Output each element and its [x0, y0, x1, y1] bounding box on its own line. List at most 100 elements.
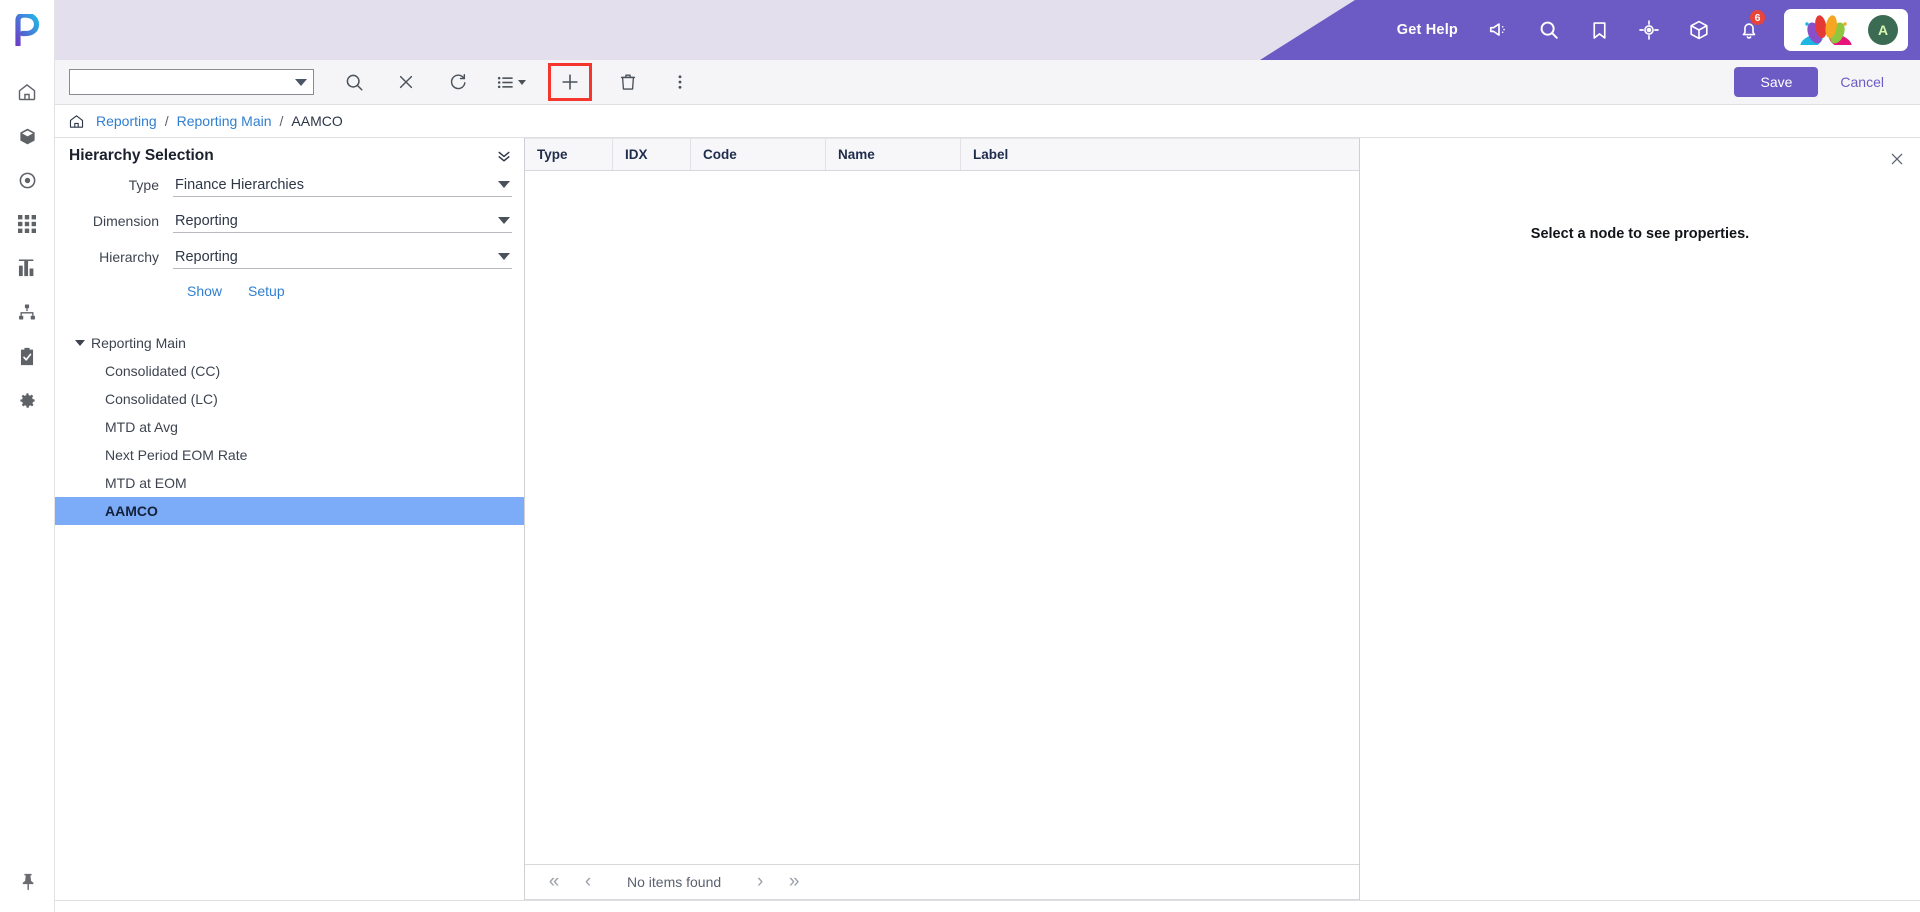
app-logo[interactable] [0, 0, 54, 60]
cube-icon[interactable] [1674, 0, 1724, 60]
nodes-grid: Type IDX Code Name Label « ‹ No items fo… [525, 138, 1360, 900]
chevron-double-down-icon[interactable] [496, 148, 512, 164]
field-dimension: Dimension Reporting [55, 213, 512, 233]
sidebar-item-grids[interactable] [0, 202, 55, 246]
sidebar-item-settings[interactable] [0, 378, 55, 422]
sidebar-item-reports[interactable] [0, 246, 55, 290]
chevron-down-icon [498, 216, 510, 224]
tree-node-label: AAMCO [105, 503, 158, 519]
app-root: Get Help 6 A Save Cancel Reporting / Rep… [0, 0, 1920, 912]
add-button[interactable] [548, 63, 592, 101]
field-label-hierarchy: Hierarchy [99, 249, 159, 265]
top-header: Get Help 6 A [55, 0, 1920, 60]
hierarchy-value: Reporting [175, 249, 238, 265]
tree-node-label: Consolidated (CC) [105, 363, 221, 379]
hierarchy-selection-panel: Hierarchy Selection Type Finance Hierarc… [55, 138, 525, 900]
tenant-logo [1800, 15, 1852, 45]
sidebar-item-hierarchies[interactable] [0, 290, 55, 334]
bottom-strip [55, 900, 1920, 912]
pin-icon[interactable] [0, 860, 55, 904]
target-icon[interactable] [1624, 0, 1674, 60]
tree-node-consolidated-cc[interactable]: Consolidated (CC) [55, 357, 524, 385]
chevron-down-icon [498, 180, 510, 188]
more-options-button[interactable] [660, 64, 700, 100]
dimension-select[interactable]: Reporting [173, 213, 512, 233]
grid-header-row: Type IDX Code Name Label [525, 138, 1359, 171]
show-link[interactable]: Show [187, 283, 222, 299]
rail-items [0, 60, 54, 422]
content-body: Hierarchy Selection Type Finance Hierarc… [55, 138, 1920, 900]
cancel-button[interactable]: Cancel [1818, 67, 1906, 97]
save-button[interactable]: Save [1734, 67, 1819, 97]
breadcrumb-item-1[interactable]: Reporting Main [177, 113, 272, 129]
breadcrumb-item-0[interactable]: Reporting [96, 113, 157, 129]
breadcrumb: Reporting / Reporting Main / AAMCO [55, 105, 1920, 138]
tree-node-aamco[interactable]: AAMCO [55, 497, 524, 525]
sidebar-item-targets[interactable] [0, 158, 55, 202]
tree-node-label: MTD at Avg [105, 419, 178, 435]
action-toolbar: Save Cancel [55, 60, 1920, 105]
tree-node-next-period-eom-rate[interactable]: Next Period EOM Rate [55, 441, 524, 469]
delete-button[interactable] [608, 64, 648, 100]
breadcrumb-item-2: AAMCO [291, 113, 343, 129]
setup-link[interactable]: Setup [248, 283, 285, 299]
bell-icon[interactable]: 6 [1724, 0, 1774, 60]
pagination-next-button[interactable]: › [743, 867, 777, 897]
column-header-label[interactable]: Label [961, 139, 1359, 170]
column-header-name[interactable]: Name [826, 139, 961, 170]
field-label-dimension: Dimension [92, 213, 159, 229]
type-select[interactable]: Finance Hierarchies [173, 177, 512, 197]
field-label-type: Type [128, 177, 159, 193]
hierarchy-select[interactable]: Reporting [173, 249, 512, 269]
pagination-last-button[interactable]: » [777, 867, 811, 897]
tree-node-mtd-at-avg[interactable]: MTD at Avg [55, 413, 524, 441]
field-hierarchy: Hierarchy Reporting [55, 249, 512, 269]
search-button[interactable] [334, 64, 374, 100]
close-icon[interactable] [1888, 150, 1906, 168]
hierarchy-tree: Reporting Main Consolidated (CC) Consoli… [55, 329, 524, 900]
tree-node-reporting-main[interactable]: Reporting Main [55, 329, 524, 357]
list-view-button[interactable] [490, 64, 532, 100]
pagination-prev-button[interactable]: ‹ [571, 867, 605, 897]
type-value: Finance Hierarchies [175, 177, 304, 193]
announcement-icon[interactable] [1474, 0, 1524, 60]
home-icon[interactable] [65, 113, 88, 130]
properties-panel: Select a node to see properties. [1360, 138, 1920, 900]
properties-empty-message: Select a node to see properties. [1530, 226, 1750, 242]
grid-pagination: « ‹ No items found › » [525, 865, 1359, 900]
sidebar-item-tasks[interactable] [0, 334, 55, 378]
sidebar-item-models[interactable] [0, 114, 55, 158]
search-icon[interactable] [1524, 0, 1574, 60]
tree-node-label: Next Period EOM Rate [105, 447, 248, 463]
sidebar-item-home[interactable] [0, 70, 55, 114]
expand-caret-icon[interactable] [73, 340, 87, 346]
pagination-first-button[interactable]: « [537, 867, 571, 897]
tree-node-consolidated-lc[interactable]: Consolidated (LC) [55, 385, 524, 413]
clear-button[interactable] [386, 64, 426, 100]
notification-badge: 6 [1749, 9, 1766, 26]
column-header-idx[interactable]: IDX [613, 139, 691, 170]
chevron-down-icon [295, 78, 307, 86]
chevron-down-icon [498, 252, 510, 260]
pagination-status: No items found [627, 874, 722, 890]
tree-node-label: Reporting Main [91, 335, 186, 351]
bookmark-icon[interactable] [1574, 0, 1624, 60]
column-header-code[interactable]: Code [691, 139, 826, 170]
hierarchy-action-links: Show Setup [55, 283, 512, 299]
tree-node-mtd-at-eom[interactable]: MTD at EOM [55, 469, 524, 497]
refresh-button[interactable] [438, 64, 478, 100]
column-header-type[interactable]: Type [525, 139, 613, 170]
header-actions: Get Help 6 A [1381, 0, 1920, 60]
dimension-value: Reporting [175, 213, 238, 229]
tree-node-label: MTD at EOM [105, 475, 187, 491]
hierarchy-panel-header: Hierarchy Selection [55, 138, 524, 173]
get-help-button[interactable]: Get Help [1381, 22, 1474, 38]
tree-node-label: Consolidated (LC) [105, 391, 218, 407]
account-chip[interactable]: A [1784, 9, 1908, 51]
search-input[interactable] [69, 69, 314, 95]
chevron-down-icon [518, 79, 526, 85]
left-nav-rail [0, 0, 55, 912]
page-title: Hierarchy Selection [69, 146, 214, 164]
breadcrumb-separator: / [279, 113, 284, 129]
avatar[interactable]: A [1868, 15, 1898, 45]
